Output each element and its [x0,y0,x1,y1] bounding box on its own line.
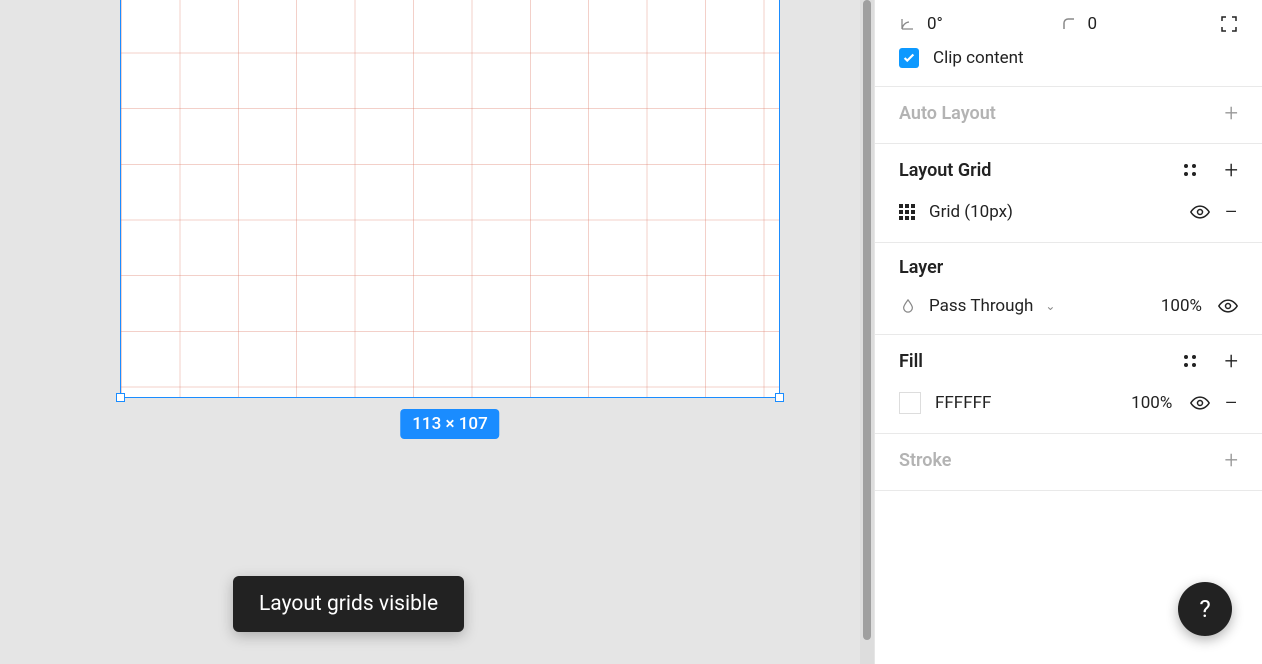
droplet-icon [899,297,917,315]
layer-section: Layer Pass Through ⌄ 100% [875,243,1262,335]
chevron-down-icon: ⌄ [1045,299,1055,313]
styles-icon [1184,355,1196,367]
grid-type-icon[interactable] [899,204,915,220]
toast-notification: Layout grids visible [233,576,464,632]
fill-styles-button[interactable] [1184,355,1196,367]
grid-item-label[interactable]: Grid (10px) [929,202,1176,222]
corner-radius-icon [1060,15,1078,33]
toggle-layer-visibility-button[interactable] [1218,299,1238,313]
fill-title: Fill [899,351,923,372]
add-grid-button[interactable]: + [1224,158,1238,182]
grid-icon [899,204,915,220]
fill-color-swatch[interactable] [899,392,921,414]
selected-frame[interactable]: 113 × 107 [120,0,780,398]
add-auto-layout-button[interactable]: + [1224,101,1238,125]
resize-handle-bottom-right[interactable] [775,393,784,402]
add-stroke-button[interactable]: + [1224,448,1238,472]
auto-layout-section: Auto Layout + [875,87,1262,144]
layer-title: Layer [899,257,943,278]
scrollbar-thumb[interactable] [863,0,871,640]
angle-icon [899,15,917,33]
layout-grid-title: Layout Grid [899,160,991,181]
resize-handle-bottom-left[interactable] [116,393,125,402]
corner-radius-field[interactable]: 0 [1060,14,1207,34]
clip-content-label: Clip content [933,48,1024,68]
add-fill-button[interactable]: + [1224,349,1238,373]
stroke-title: Stroke [899,450,951,471]
rotation-value: 0° [927,14,943,34]
remove-grid-button[interactable]: − [1224,200,1238,224]
remove-fill-button[interactable]: − [1224,391,1238,415]
layer-opacity-value[interactable]: 100% [1161,296,1202,316]
corner-radius-value: 0 [1088,14,1098,34]
help-label: ? [1199,595,1210,623]
eye-icon [1190,205,1210,219]
transform-section: 0° 0 Clip content [875,0,1262,87]
layout-grid-section: Layout Grid + Grid (10px) − [875,144,1262,243]
toggle-grid-visibility-button[interactable] [1190,205,1210,219]
fill-hex-value[interactable]: FFFFFF [935,393,991,413]
clip-content-checkbox[interactable] [899,48,919,68]
auto-layout-title: Auto Layout [899,103,996,124]
fill-section: Fill + FFFFFF 100% − [875,335,1262,434]
blend-mode-select[interactable]: Pass Through [929,296,1033,316]
canvas-area[interactable]: 113 × 107 Layout grids visible [0,0,874,664]
grid-styles-button[interactable] [1184,164,1196,176]
toggle-fill-visibility-button[interactable] [1190,396,1210,410]
eye-icon [1190,396,1210,410]
eye-icon [1218,299,1238,313]
independent-corners-icon[interactable] [1220,15,1238,33]
dimensions-badge: 113 × 107 [400,409,499,439]
properties-panel: 0° 0 Clip content Auto Layout + [874,0,1262,664]
canvas-scrollbar[interactable] [860,0,874,664]
rotation-field[interactable]: 0° [899,14,1046,34]
help-button[interactable]: ? [1178,582,1232,636]
fill-opacity-value[interactable]: 100% [1131,393,1172,413]
stroke-section: Stroke + [875,434,1262,491]
styles-icon [1184,164,1196,176]
